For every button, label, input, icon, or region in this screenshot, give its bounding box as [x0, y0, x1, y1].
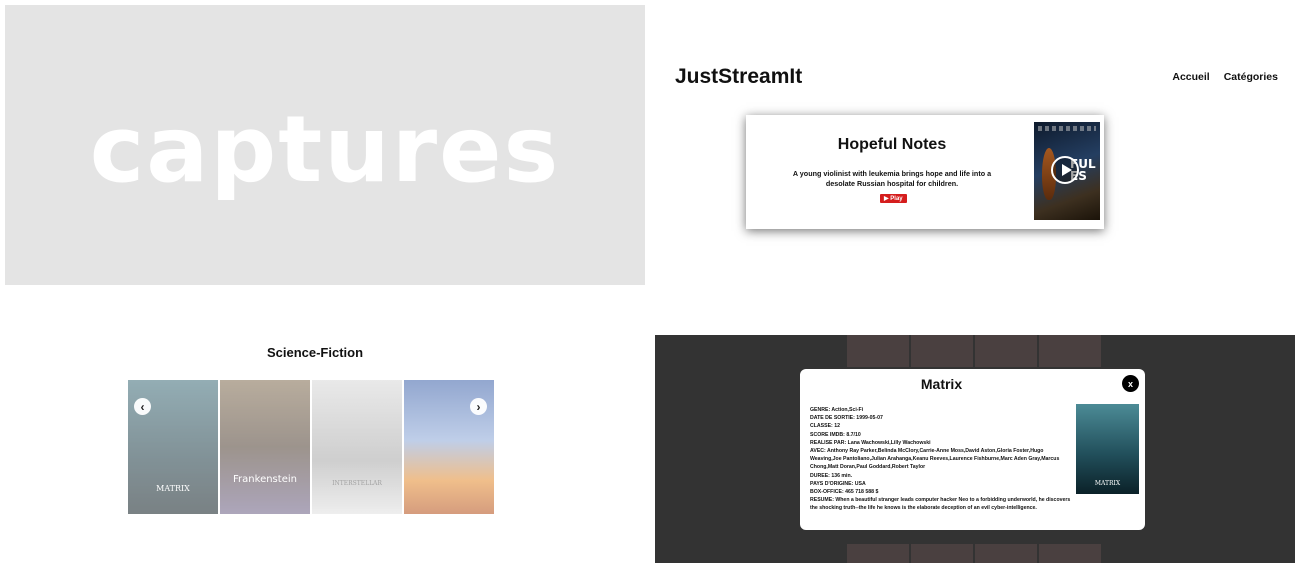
chevron-left-icon[interactable]: ‹ — [134, 398, 151, 415]
site-logo[interactable]: JustStreamIt — [675, 65, 802, 89]
poster-credits-strip — [1038, 126, 1096, 131]
nav-home-link[interactable]: Accueil — [1172, 71, 1209, 83]
site-nav: Accueil Catégories — [1172, 71, 1278, 83]
hero-description: A young violinist with leukemia brings h… — [792, 169, 992, 188]
background-thumbnail — [847, 544, 909, 563]
detail-imdb-score: SCORE IMDB: 8.7/10 — [810, 431, 861, 438]
poster-caption: MATRIX — [1094, 480, 1121, 487]
home-screenshot: JustStreamIt Accueil Catégories Hopeful … — [655, 5, 1295, 285]
background-thumbnail — [911, 544, 973, 563]
movie-details: GENRE: Action,Sci-Fi DATE DE SORTIE: 199… — [810, 406, 1072, 513]
detail-box-office: BOX-OFFICE: 465 718 588 $ — [810, 489, 879, 496]
hero-card: Hopeful Notes A young violinist with leu… — [746, 115, 1104, 229]
modal-title: Matrix — [920, 376, 963, 392]
background-thumbnail — [975, 544, 1037, 563]
poster-caption: INTERSTELLAR — [332, 480, 382, 487]
detail-release-date: DATE DE SORTIE: 1999-05-07 — [810, 415, 883, 422]
detail-rating: CLASSE: 12 — [810, 423, 840, 430]
movie-modal: Matrix x GENRE: Action,Sci-Fi DATE DE SO… — [800, 369, 1145, 530]
detail-directors: REALISE PAR: Lana Wachowski,Lilly Wachow… — [810, 439, 931, 446]
captures-word: captures — [89, 95, 561, 203]
modal-poster: MATRIX — [1076, 404, 1139, 494]
detail-country: PAYS D'ORIGINE: USA — [810, 480, 866, 487]
close-icon[interactable]: x — [1122, 375, 1139, 392]
hero-title: Hopeful Notes — [837, 136, 947, 153]
background-thumbnail — [847, 335, 909, 367]
category-screenshot: Science-Fiction MATRIX Frankenstein INTE… — [5, 335, 645, 580]
poster-caption: Frankenstein — [233, 474, 297, 485]
movie-poster-frankenstein[interactable]: Frankenstein — [220, 380, 310, 514]
carousel: MATRIX Frankenstein INTERSTELLAR — [128, 380, 494, 514]
detail-duration: DUREE: 136 min. — [810, 472, 853, 479]
poster-caption: MATRIX — [156, 484, 190, 493]
play-icon[interactable] — [1051, 156, 1079, 184]
play-button[interactable]: ▶ Play — [880, 194, 907, 203]
background-thumbnail — [911, 335, 973, 367]
chevron-right-icon[interactable]: › — [470, 398, 487, 415]
background-thumbnail — [975, 335, 1037, 367]
hero-poster[interactable]: FUL ES — [1034, 122, 1100, 220]
detail-summary: RESUME: When a beautiful stranger leads … — [810, 497, 1071, 512]
captures-banner: captures — [5, 5, 645, 285]
nav-categories-link[interactable]: Catégories — [1224, 71, 1278, 83]
detail-cast: AVEC: Anthony Ray Parker,Belinda McClory… — [810, 448, 1060, 471]
category-title: Science-Fiction — [266, 345, 364, 360]
modal-screenshot: Matrix x GENRE: Action,Sci-Fi DATE DE SO… — [655, 335, 1295, 563]
background-thumbnail — [1039, 335, 1101, 367]
detail-genre: GENRE: Action,Sci-Fi — [810, 407, 864, 413]
movie-poster-interstellar[interactable]: INTERSTELLAR — [312, 380, 402, 514]
background-thumbnail — [1039, 544, 1101, 563]
